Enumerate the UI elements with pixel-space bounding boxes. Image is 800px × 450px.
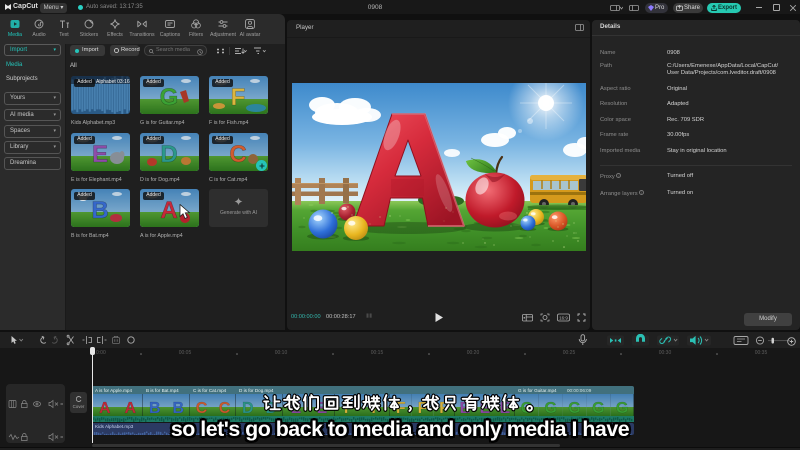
svg-text:16:9: 16:9 xyxy=(559,315,568,320)
